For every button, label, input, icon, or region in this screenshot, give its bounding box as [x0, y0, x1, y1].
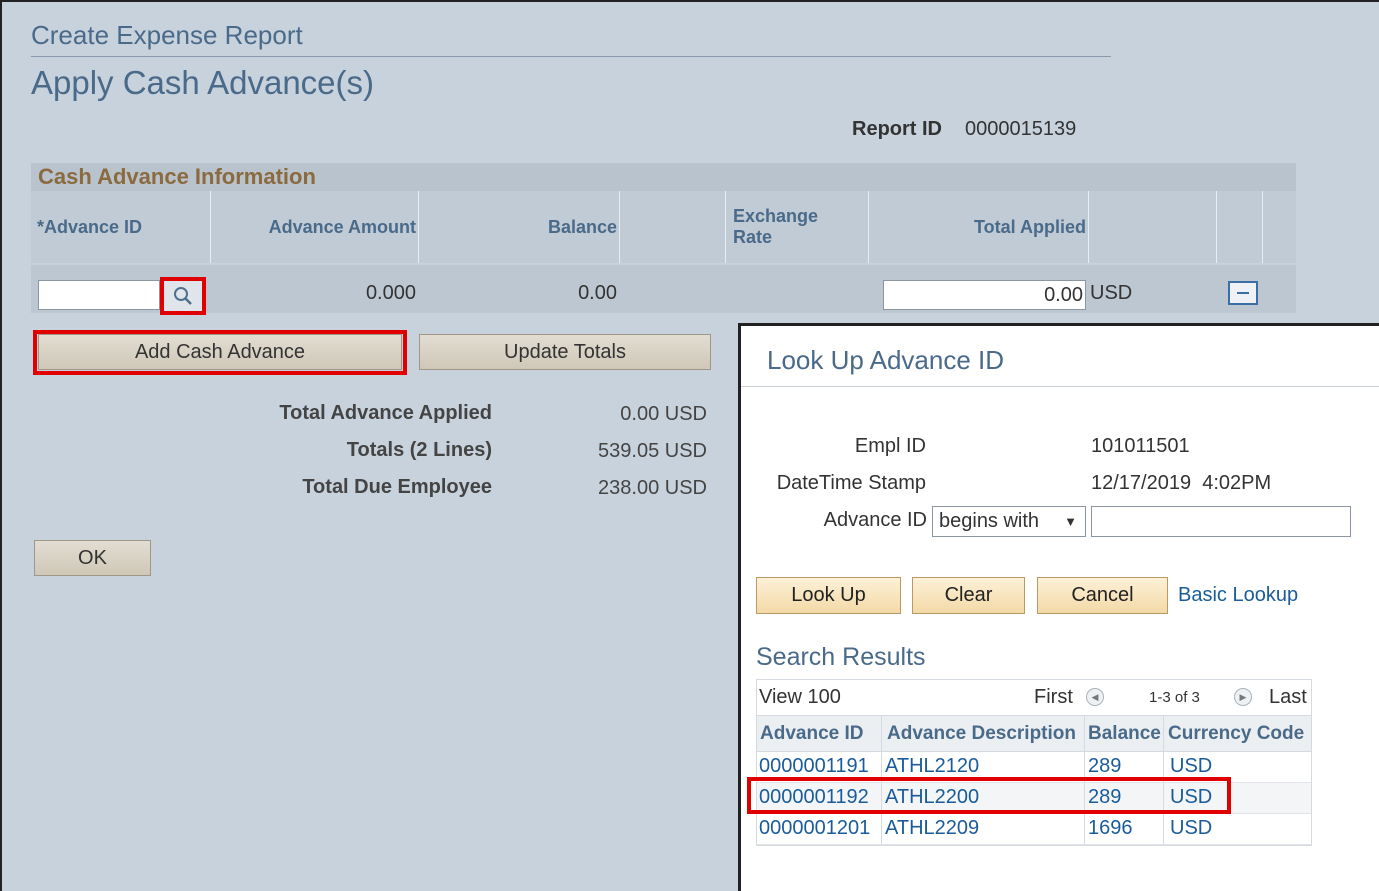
col-header-currency-code[interactable]: Currency Code — [1168, 723, 1304, 745]
col-separator — [868, 191, 869, 263]
look-up-button[interactable]: Look Up — [756, 577, 901, 614]
currency-code: USD — [1090, 282, 1133, 304]
advance-id-search-label: Advance ID — [823, 509, 927, 531]
advance-id-search-input[interactable] — [1091, 506, 1351, 537]
results-header-row: Advance ID Advance Description Balance C… — [757, 716, 1311, 752]
previous-arrow-icon[interactable]: ◀ — [1086, 688, 1104, 706]
col-separator — [1216, 191, 1217, 263]
search-results-grid: View 100 First ◀ 1-3 of 3 ▶ Last Advance… — [756, 679, 1312, 846]
advance-id-operator-select[interactable]: begins with ▼ — [932, 506, 1086, 537]
dropdown-arrow-icon: ▼ — [1064, 514, 1077, 529]
lookup-advance-id-dialog: Look Up Advance ID Empl ID 101011501 Dat… — [738, 323, 1379, 891]
col-exchange-rate: Exchange Rate — [733, 206, 819, 247]
col-separator — [1088, 191, 1089, 263]
row-currency[interactable]: USD — [1170, 817, 1212, 840]
cancel-button[interactable]: Cancel — [1037, 577, 1168, 614]
datetime-stamp-label: DateTime Stamp — [776, 472, 926, 494]
col-separator — [881, 814, 882, 844]
breadcrumb[interactable]: Create Expense Report — [31, 20, 303, 51]
row-balance[interactable]: 1696 — [1088, 817, 1133, 840]
table-row[interactable]: 0000001201 ATHL2209 1696 USD — [757, 814, 1311, 845]
magnifier-icon — [174, 287, 192, 305]
highlight-box — [747, 777, 1231, 814]
col-separator — [881, 716, 882, 751]
ok-button[interactable]: OK — [34, 540, 151, 576]
datetime-stamp-value: 12/17/2019 4:02PM — [1091, 472, 1272, 494]
col-total-applied: Total Applied — [974, 216, 1086, 237]
empl-id-value: 101011501 — [1091, 435, 1190, 457]
col-header-advance-id[interactable]: Advance ID — [760, 723, 863, 745]
total-due-employee-label: Total Due Employee — [302, 476, 492, 498]
totals-lines-value: 539.05 USD — [598, 440, 707, 462]
col-advance-id: *Advance ID — [37, 216, 143, 237]
minus-icon — [1237, 292, 1249, 294]
row-balance[interactable]: 289 — [1088, 755, 1121, 778]
col-header-balance[interactable]: Balance — [1088, 723, 1161, 745]
total-advance-applied-label: Total Advance Applied — [279, 402, 492, 424]
first-link[interactable]: First — [1034, 686, 1073, 709]
col-separator — [725, 191, 726, 263]
operator-value: begins with — [939, 510, 1040, 532]
search-results-title: Search Results — [756, 643, 926, 671]
next-arrow-icon[interactable]: ▶ — [1234, 688, 1252, 706]
total-advance-applied-value: 0.00 USD — [620, 403, 707, 425]
row-description[interactable]: ATHL2209 — [885, 817, 979, 840]
highlight-box — [33, 330, 407, 375]
col-separator — [1163, 814, 1164, 844]
col-separator — [1084, 716, 1085, 751]
last-link[interactable]: Last — [1269, 686, 1307, 709]
page-title: Apply Cash Advance(s) — [31, 64, 375, 101]
col-advance-amount: Advance Amount — [268, 216, 416, 237]
cash-advance-grid-header: *Advance ID Advance Amount Balance Excha… — [31, 191, 1296, 263]
col-separator — [1262, 191, 1263, 263]
empl-id-label: Empl ID — [854, 435, 926, 457]
title-divider — [31, 56, 1111, 57]
view-all-link[interactable]: View 100 — [759, 686, 841, 709]
cash-advance-section-title: Cash Advance Information — [31, 163, 1296, 191]
balance-value: 0.00 — [578, 282, 617, 304]
col-separator — [1163, 716, 1164, 751]
dialog-title: Look Up Advance ID — [767, 345, 1005, 375]
total-due-employee-value: 238.00 USD — [598, 477, 707, 499]
total-applied-input[interactable]: 0.00 — [883, 280, 1086, 310]
row-description[interactable]: ATHL2120 — [885, 755, 979, 778]
dialog-divider — [741, 386, 1379, 387]
row-advance-id[interactable]: 0000001191 — [759, 755, 869, 778]
col-separator — [619, 191, 620, 263]
advance-id-input[interactable] — [38, 280, 160, 310]
report-id-value: 0000015139 — [965, 118, 1077, 140]
col-header-advance-description[interactable]: Advance Description — [887, 723, 1076, 745]
update-totals-button[interactable]: Update Totals — [419, 334, 711, 370]
advance-amount-value: 0.000 — [365, 282, 416, 304]
row-currency[interactable]: USD — [1170, 755, 1212, 778]
col-separator — [1084, 814, 1085, 844]
col-balance: Balance — [547, 216, 617, 237]
row-advance-id[interactable]: 0000001201 — [759, 817, 870, 840]
basic-lookup-link[interactable]: Basic Lookup — [1178, 584, 1298, 607]
report-id-label: Report ID — [852, 118, 942, 140]
delete-row-button[interactable] — [1228, 281, 1258, 305]
clear-button[interactable]: Clear — [912, 577, 1025, 614]
advance-id-lookup-button[interactable] — [160, 277, 206, 315]
results-nav-bar: View 100 First ◀ 1-3 of 3 ▶ Last — [757, 680, 1311, 716]
results-range: 1-3 of 3 — [1149, 689, 1200, 706]
totals-lines-label: Totals (2 Lines) — [346, 439, 492, 461]
